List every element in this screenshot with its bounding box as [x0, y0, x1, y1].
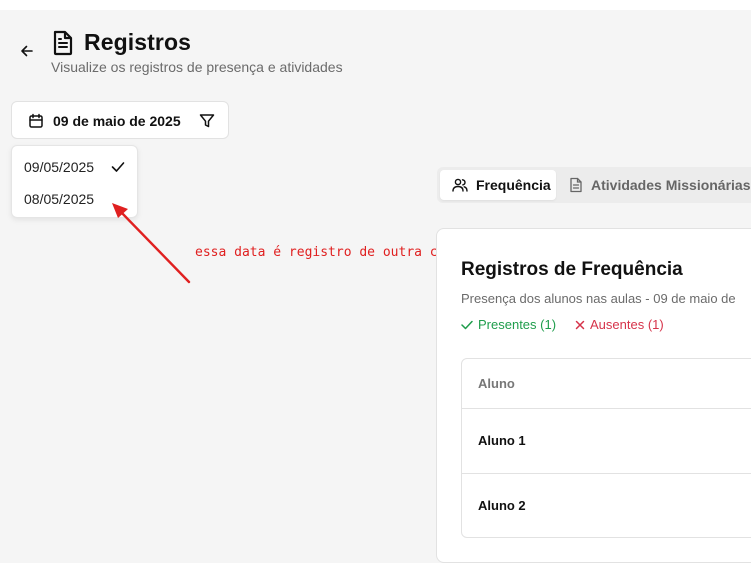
tab-atividades-missionarias[interactable]: Atividades Missionárias — [567, 170, 751, 200]
absent-label: Ausentes (1) — [590, 317, 664, 332]
attendance-table: Aluno Aluno 1 Aluno 2 — [461, 358, 751, 538]
absent-count: Ausentes (1) — [575, 317, 664, 332]
student-name: Aluno 1 — [478, 433, 526, 448]
card-description: Presença dos alunos nas aulas - 09 de ma… — [461, 291, 736, 306]
tab-label: Frequência — [476, 177, 551, 193]
close-icon — [575, 320, 585, 329]
document-icon — [53, 30, 73, 56]
date-option[interactable]: 09/05/2025 — [12, 151, 137, 181]
users-icon — [452, 178, 468, 192]
date-option-label: 09/05/2025 — [24, 159, 95, 175]
present-count: Presentes (1) — [461, 317, 556, 332]
tab-label: Atividades Missionárias — [591, 177, 751, 193]
page-title: Registros — [84, 29, 191, 55]
selected-date-label: 09 de maio de 2025 — [53, 113, 181, 129]
annotation-arrow — [112, 203, 191, 284]
file-text-icon — [570, 177, 582, 193]
calendar-icon — [29, 113, 43, 128]
date-option-label: 08/05/2025 — [24, 191, 95, 207]
present-label: Presentes (1) — [478, 317, 557, 332]
top-bar — [0, 0, 751, 10]
check-icon — [461, 320, 473, 329]
arrow-left-icon — [21, 45, 33, 57]
filter-icon — [199, 114, 215, 128]
card-title: Registros de Frequência — [461, 259, 683, 280]
tab-list: Frequência Atividades Missionárias — [437, 167, 751, 203]
table-row: Aluno 1 — [462, 408, 751, 473]
student-name: Aluno 2 — [478, 498, 526, 513]
table-row: Aluno 2 — [462, 473, 751, 538]
check-icon — [111, 162, 125, 172]
page-subtitle: Visualize os registros de presença e ati… — [51, 59, 343, 75]
date-picker-button[interactable]: 09 de maio de 2025 — [11, 101, 229, 139]
column-header-aluno: Aluno — [478, 376, 515, 391]
attendance-card: Registros de Frequência Presença dos alu… — [436, 228, 751, 563]
back-button[interactable] — [17, 41, 37, 61]
tab-frequencia[interactable]: Frequência — [440, 170, 556, 200]
